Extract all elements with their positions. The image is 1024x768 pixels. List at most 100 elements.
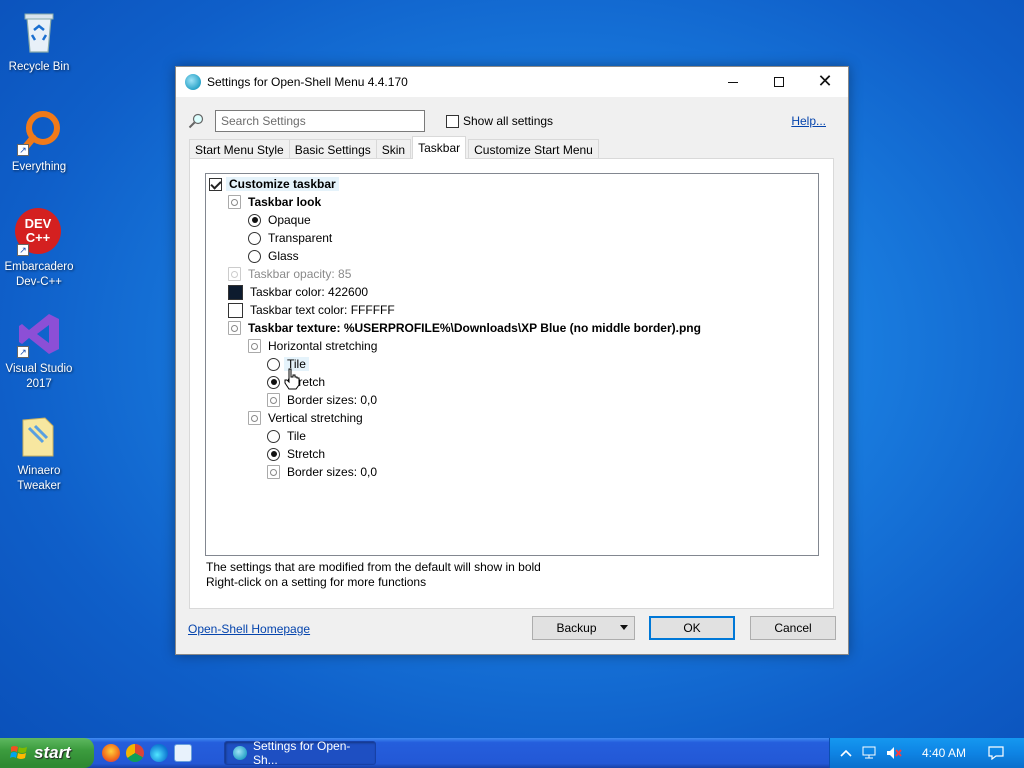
radio-button[interactable] <box>248 231 261 245</box>
tree-item-label: Glass <box>268 249 299 263</box>
desktop-icon-label: Everything <box>11 161 67 173</box>
taskbar: start Settings for Open-Sh... 4:40 AM <box>0 738 1024 768</box>
radio-button[interactable] <box>267 375 280 389</box>
recycle-bin-icon <box>15 8 63 56</box>
settings-tree[interactable]: Customize taskbar Taskbar look Opaque Tr… <box>205 173 819 556</box>
tree-item-label: Tile <box>287 429 306 443</box>
tab-customize-start-menu[interactable]: Customize Start Menu <box>468 139 599 159</box>
radio-button[interactable] <box>267 429 280 443</box>
desktop-icon-everything[interactable]: ↗ Everything <box>0 108 78 175</box>
tree-item-taskbar-look[interactable]: Taskbar look <box>228 193 324 211</box>
desktop-icon-label: Visual Studio 2017 <box>5 363 73 390</box>
settings-icon <box>228 267 241 281</box>
title-bar[interactable]: Settings for Open-Shell Menu 4.4.170 ✕ <box>176 67 848 97</box>
help-link[interactable]: Help... <box>791 114 826 128</box>
shortcut-arrow-icon: ↗ <box>17 244 29 256</box>
dropdown-arrow-icon <box>620 625 628 630</box>
open-shell-icon <box>185 74 201 90</box>
tree-item-vertical-stretching[interactable]: Vertical stretching <box>248 409 366 427</box>
minimize-icon <box>728 81 738 83</box>
tab-taskbar[interactable]: Taskbar <box>412 136 467 159</box>
desktop-icon-devcpp[interactable]: DEV C++ ↗ Embarcadero Dev-C++ <box>0 208 78 290</box>
tab-strip: Start Menu Style Basic Settings Skin Tas… <box>189 136 599 159</box>
desktop-icon-recycle-bin[interactable]: Recycle Bin <box>0 8 78 75</box>
edge-icon[interactable] <box>150 744 168 762</box>
search-row: Show all settings Help... <box>188 109 836 133</box>
devcpp-icon: DEV C++ ↗ <box>15 208 63 256</box>
clock[interactable]: 4:40 AM <box>922 746 966 760</box>
open-shell-settings-icon[interactable] <box>174 744 192 762</box>
homepage-link[interactable]: Open-Shell Homepage <box>188 622 310 636</box>
settings-icon <box>228 321 241 335</box>
color-swatch <box>228 284 243 300</box>
open-shell-icon <box>233 746 247 760</box>
tree-item-vertical-border-sizes[interactable]: Border sizes: 0,0 <box>267 463 380 481</box>
maximize-button[interactable] <box>756 67 802 97</box>
devcpp-logo-text: DEV C++ <box>24 216 52 245</box>
tree-item-label: Taskbar opacity: 85 <box>248 267 352 281</box>
tree-item-label: Border sizes: 0,0 <box>287 393 378 407</box>
tree-item-taskbar-opacity[interactable]: Taskbar opacity: 85 <box>228 265 354 283</box>
firefox-icon[interactable] <box>102 744 120 762</box>
backup-label: Backup <box>556 621 597 635</box>
close-icon: ✕ <box>817 71 833 92</box>
customize-taskbar-checkbox[interactable] <box>209 177 222 191</box>
window-title: Settings for Open-Shell Menu 4.4.170 <box>207 75 408 89</box>
show-all-settings-checkbox[interactable]: Show all settings <box>446 114 553 128</box>
settings-icon <box>267 393 280 407</box>
tree-item-label: Horizontal stretching <box>268 339 378 353</box>
tree-item-opaque[interactable]: Opaque <box>248 211 314 229</box>
radio-button[interactable] <box>267 357 280 371</box>
volume-muted-icon[interactable] <box>886 745 902 761</box>
tree-item-taskbar-texture[interactable]: Taskbar texture: %USERPROFILE%\Downloads… <box>228 319 704 337</box>
radio-button[interactable] <box>248 213 261 227</box>
tree-item-transparent[interactable]: Transparent <box>248 229 335 247</box>
search-input[interactable] <box>215 110 425 132</box>
tab-basic-settings[interactable]: Basic Settings <box>288 139 377 159</box>
network-icon[interactable] <box>862 745 878 761</box>
close-button[interactable]: ✕ <box>802 67 848 97</box>
chevron-up-icon[interactable] <box>838 745 854 761</box>
chrome-icon[interactable] <box>126 744 144 762</box>
tree-item-glass[interactable]: Glass <box>248 247 302 265</box>
taskbar-button-label: Settings for Open-Sh... <box>253 739 351 767</box>
start-button[interactable]: start <box>0 738 94 768</box>
tab-skin[interactable]: Skin <box>375 139 412 159</box>
shortcut-arrow-icon: ↗ <box>17 346 29 358</box>
cancel-button[interactable]: Cancel <box>750 616 836 640</box>
radio-button[interactable] <box>248 249 261 263</box>
tab-start-menu-style[interactable]: Start Menu Style <box>189 139 290 159</box>
show-all-checkbox-box[interactable] <box>446 114 459 128</box>
tree-item-horizontal-stretching[interactable]: Horizontal stretching <box>248 337 380 355</box>
backup-button[interactable]: Backup <box>532 616 635 640</box>
system-tray: 4:40 AM <box>829 738 1024 768</box>
desktop-icon-visual-studio[interactable]: ↗ Visual Studio 2017 <box>0 310 78 392</box>
windows-flag-icon <box>10 746 27 759</box>
show-all-label: Show all settings <box>463 114 554 128</box>
maximize-icon <box>774 77 784 87</box>
ok-button[interactable]: OK <box>649 616 735 640</box>
tree-item-label: Border sizes: 0,0 <box>287 465 378 479</box>
tree-item-taskbar-color[interactable]: Taskbar color: 422600 <box>228 283 371 301</box>
desktop-icon-winaero-tweaker[interactable]: Winaero Tweaker <box>0 412 78 494</box>
settings-window: Settings for Open-Shell Menu 4.4.170 ✕ S… <box>175 66 849 655</box>
tree-item-customize-taskbar[interactable]: Customize taskbar <box>209 175 339 193</box>
tree-item-vertical-tile[interactable]: Tile <box>267 427 309 445</box>
settings-icon <box>228 195 241 209</box>
taskbar-button-settings[interactable]: Settings for Open-Sh... <box>224 739 376 767</box>
tree-item-taskbar-text-color[interactable]: Taskbar text color: FFFFFF <box>228 301 398 319</box>
tree-item-label: Transparent <box>268 231 333 245</box>
minimize-button[interactable] <box>710 67 756 97</box>
tree-item-label: Taskbar text color: FFFFFF <box>250 303 395 317</box>
tree-item-label: Stretch <box>287 447 326 461</box>
settings-icon <box>267 465 280 479</box>
tree-item-label: Opaque <box>268 213 311 227</box>
everything-icon: ↗ <box>15 108 63 156</box>
note-bold-explanation: The settings that are modified from the … <box>206 560 541 574</box>
tree-item-vertical-stretch[interactable]: Stretch <box>267 445 328 463</box>
tree-item-horizontal-border-sizes[interactable]: Border sizes: 0,0 <box>267 391 380 409</box>
note-right-click: Right-click on a setting for more functi… <box>206 575 427 589</box>
desktop-icon-label: Winaero Tweaker <box>17 465 61 492</box>
notifications-icon[interactable] <box>988 745 1004 761</box>
radio-button[interactable] <box>267 447 280 461</box>
